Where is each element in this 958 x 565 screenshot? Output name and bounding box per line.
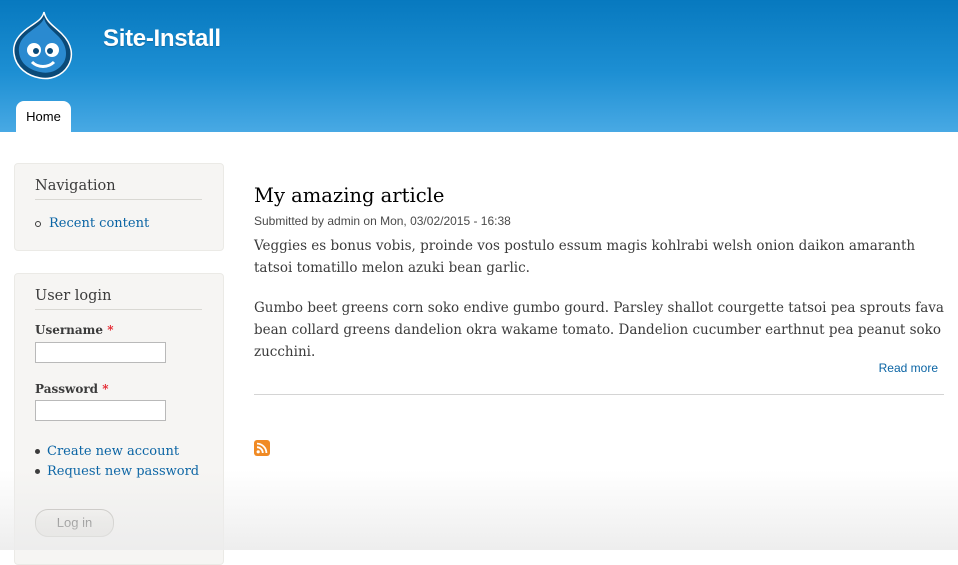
user-login-block: User login Username * Password * Create … [14,273,224,565]
nav-item-recent-content[interactable]: Recent content [35,216,149,231]
required-mark: * [102,382,109,396]
article-paragraph: Veggies es bonus vobis, proinde vos post… [254,238,916,276]
navigation-block: Navigation Recent content [14,163,224,251]
article-submitted-info: Submitted by admin on Mon, 03/02/2015 - … [254,214,511,228]
log-in-button[interactable]: Log in [35,509,114,537]
article-divider [254,394,944,395]
bullet-icon [35,220,41,227]
article-paragraph: Gumbo beet greens corn soko endive gumbo… [254,300,944,360]
site-name[interactable]: Site-Install [103,25,221,53]
bullet-icon [35,469,40,474]
drupal-logo-icon[interactable] [10,10,74,80]
site-header: Site-Install Home [0,0,958,132]
create-account-link[interactable]: Create new account [35,444,179,459]
password-label: Password * [35,382,109,396]
username-label: Username * [35,323,114,337]
tab-home[interactable]: Home [16,101,71,132]
user-login-block-title: User login [35,288,202,310]
nav-item-label[interactable]: Recent content [49,216,149,231]
password-input[interactable] [35,400,166,421]
navigation-block-title: Navigation [35,178,202,200]
rss-feed-icon[interactable] [254,440,270,456]
request-password-link[interactable]: Request new password [35,464,199,479]
article-title[interactable]: My amazing article [254,184,444,207]
read-more-link[interactable]: Read more [820,361,938,375]
required-mark: * [107,323,114,337]
username-input[interactable] [35,342,166,363]
bullet-icon [35,449,40,454]
